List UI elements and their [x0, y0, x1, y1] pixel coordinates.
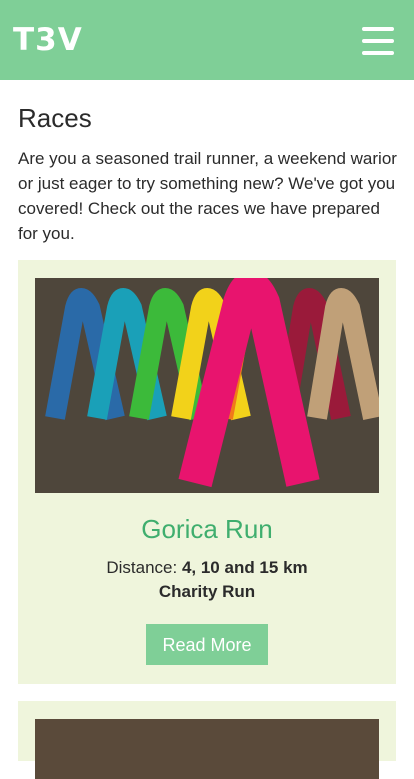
- page-intro-text: Are you a seasoned trail runner, a weeke…: [18, 149, 397, 243]
- race-title[interactable]: Gorica Run: [18, 514, 396, 545]
- top-nav-bar: T3V: [0, 0, 414, 80]
- race-card: Gorica Run Distance: 4, 10 and 15 km Cha…: [18, 260, 396, 684]
- race-card: [18, 701, 396, 779]
- distance-label: Distance:: [106, 558, 178, 577]
- ribbons-illustration: [35, 278, 379, 493]
- race-image-awareness-ribbons[interactable]: [35, 278, 379, 493]
- site-logo[interactable]: T3V: [13, 22, 83, 58]
- race-type: Charity Run: [158, 582, 256, 601]
- menu-bar-line: [362, 51, 394, 55]
- menu-bar-line: [362, 39, 394, 43]
- race-distance: Distance: 4, 10 and 15 km: [18, 558, 396, 578]
- page-title: Races: [18, 103, 92, 133]
- read-more-button[interactable]: Read More: [146, 624, 268, 665]
- race-image[interactable]: [35, 719, 379, 779]
- menu-bar-line: [362, 27, 394, 31]
- distance-value: 4, 10 and 15 km: [181, 558, 308, 577]
- hamburger-menu-icon[interactable]: [362, 27, 394, 55]
